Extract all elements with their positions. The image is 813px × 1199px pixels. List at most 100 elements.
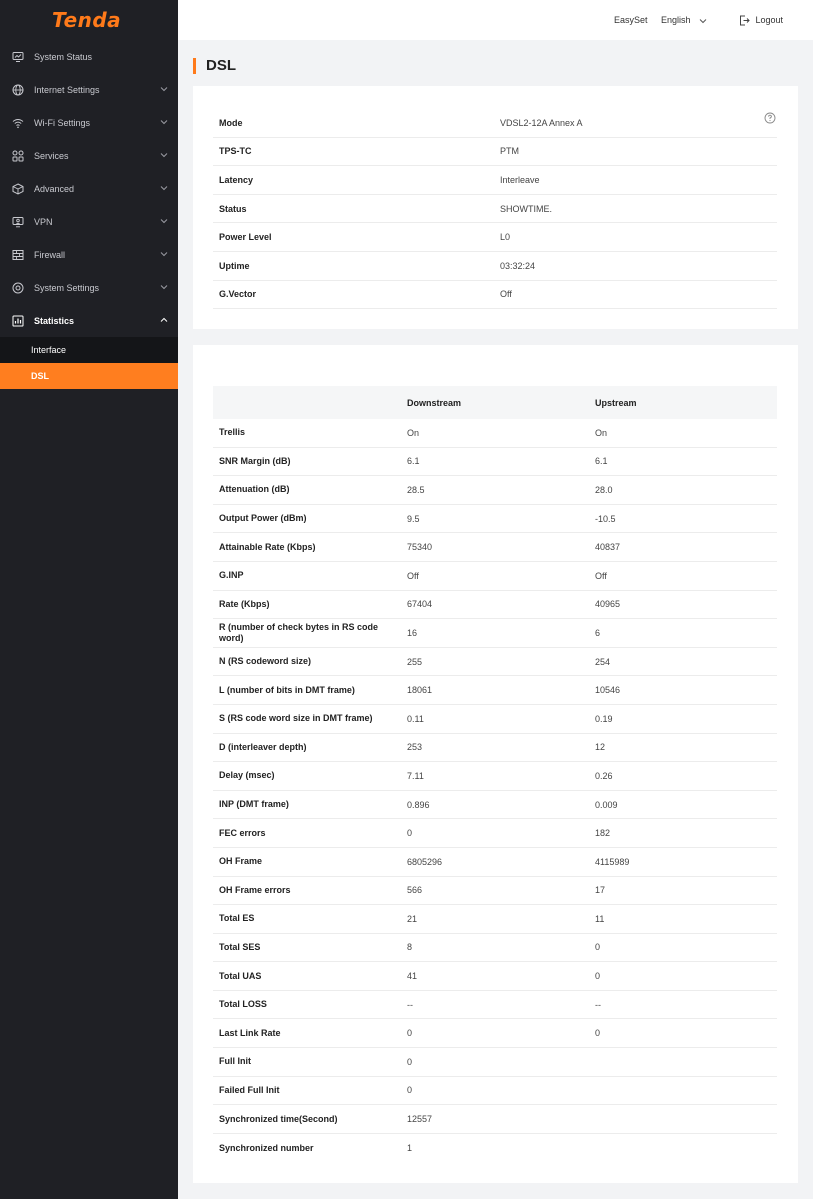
downstream-value: 6805296 xyxy=(407,856,443,867)
table-row: R (number of check bytes in RS code word… xyxy=(213,619,777,648)
downstream-value: Off xyxy=(407,570,419,581)
info-label: Status xyxy=(219,203,247,214)
sidebar: Tenda System Status Internet Settings Wi… xyxy=(0,0,178,1199)
stat-label: Last Link Rate xyxy=(219,1027,281,1038)
grid-icon xyxy=(12,150,24,162)
easyset-link[interactable]: EasySet xyxy=(614,15,648,25)
downstream-value: 16 xyxy=(407,627,418,638)
sidebar-item-label: Wi-Fi Settings xyxy=(34,117,91,128)
upstream-value: On xyxy=(595,427,608,438)
table-row: SNR Margin (dB) 6.1 6.1 xyxy=(213,448,777,477)
stat-label: N (RS codeword size) xyxy=(219,656,312,667)
sidebar-subitem-label: Interface xyxy=(31,345,67,355)
stat-label: Trellis xyxy=(219,427,246,438)
stat-label: FEC errors xyxy=(219,827,266,838)
stat-label: G.INP xyxy=(219,570,244,581)
upstream-value: 6 xyxy=(595,627,601,638)
sidebar-item-advanced[interactable]: Advanced xyxy=(0,172,178,205)
downstream-value: 7.11 xyxy=(407,770,424,781)
sidebar-subitem-interface[interactable]: Interface xyxy=(0,337,178,363)
upstream-value: 17 xyxy=(595,885,606,896)
info-value: L0 xyxy=(500,232,511,243)
info-value: Off xyxy=(500,289,512,300)
sidebar-subitem-dsl[interactable]: DSL xyxy=(0,363,178,389)
table-row: Delay (msec) 7.11 0.26 xyxy=(213,762,777,791)
sidebar-item-internet-settings[interactable]: Internet Settings xyxy=(0,73,178,106)
upstream-value: 0.19 xyxy=(595,713,613,724)
brand-logo[interactable]: Tenda xyxy=(0,0,178,40)
info-label: Power Level xyxy=(219,232,272,243)
info-row: Uptime 03:32:24 xyxy=(213,252,777,281)
stat-label: Delay (msec) xyxy=(219,770,275,781)
downstream-value: 6.1 xyxy=(407,456,420,467)
globe-icon xyxy=(12,84,24,96)
upstream-value: -- xyxy=(595,999,601,1010)
upstream-value: Off xyxy=(595,570,607,581)
stat-label: Output Power (dBm) xyxy=(219,513,307,524)
upstream-value: 0.009 xyxy=(595,799,618,810)
upstream-value: 4115989 xyxy=(595,856,630,867)
sidebar-item-vpn[interactable]: VPN xyxy=(0,205,178,238)
downstream-value: 21 xyxy=(407,913,418,924)
sidebar-item-system-settings[interactable]: System Settings xyxy=(0,271,178,304)
stat-label: Total SES xyxy=(219,941,261,952)
downstream-value: 0 xyxy=(407,828,413,839)
table-row: Failed Full Init 0 xyxy=(213,1077,777,1106)
language-label: English xyxy=(661,15,691,25)
sidebar-item-services[interactable]: Services xyxy=(0,139,178,172)
info-value: VDSL2-12A Annex A xyxy=(500,117,583,128)
table-row: Full Init 0 xyxy=(213,1048,777,1077)
sidebar-item-label: VPN xyxy=(34,216,53,227)
sidebar-item-firewall[interactable]: Firewall xyxy=(0,238,178,271)
info-value: PTM xyxy=(500,146,519,157)
table-row: Total UAS 41 0 xyxy=(213,962,777,991)
dsl-info-card: Mode VDSL2-12A Annex A TPS-TC PTM Latency I… xyxy=(193,86,798,329)
info-value: SHOWTIME. xyxy=(500,203,552,214)
downstream-value: 0 xyxy=(407,1085,413,1096)
table-row: OH Frame 6805296 4115989 xyxy=(213,848,777,877)
downstream-value: 1 xyxy=(407,1143,413,1154)
wifi-icon xyxy=(12,117,24,129)
sidebar-item-system-status[interactable]: System Status xyxy=(0,40,178,73)
downstream-value: 0 xyxy=(407,1056,413,1067)
chevron-down-icon xyxy=(160,252,168,257)
language-select[interactable]: English xyxy=(661,15,707,25)
downstream-value: 8 xyxy=(407,942,413,953)
info-label: Mode xyxy=(219,117,243,128)
downstream-value: 18061 xyxy=(407,685,433,696)
upstream-value: 0.26 xyxy=(595,770,613,781)
downstream-value: 67404 xyxy=(407,599,433,610)
table-row: Total LOSS -- -- xyxy=(213,991,777,1020)
upstream-value: -10.5 xyxy=(595,513,616,524)
downstream-value: 0.11 xyxy=(407,713,424,724)
table-row: Total ES 21 11 xyxy=(213,905,777,934)
chevron-down-icon xyxy=(160,87,168,92)
sidebar-item-wifi-settings[interactable]: Wi-Fi Settings xyxy=(0,106,178,139)
title-accent-bar xyxy=(193,57,196,74)
downstream-value: -- xyxy=(407,999,413,1010)
stat-label: Full Init xyxy=(219,1056,251,1067)
logout-button[interactable]: Logout xyxy=(739,15,783,26)
upstream-value: 40965 xyxy=(595,599,621,610)
info-row: Status SHOWTIME. xyxy=(213,195,777,224)
info-value: 03:32:24 xyxy=(500,260,536,271)
sidebar-item-statistics[interactable]: Statistics xyxy=(0,304,178,337)
logout-label: Logout xyxy=(755,15,784,25)
info-label: Latency xyxy=(219,174,254,185)
firewall-icon xyxy=(12,249,24,261)
downstream-value: 12557 xyxy=(407,1114,433,1125)
chevron-down-icon xyxy=(160,219,168,224)
info-label: TPS-TC xyxy=(219,146,252,157)
stat-label: R (number of check bytes in RS code word… xyxy=(219,621,379,643)
table-row: L (number of bits in DMT frame) 18061 1054… xyxy=(213,676,777,705)
stat-label: D (interleaver depth) xyxy=(219,741,307,752)
info-row: Mode VDSL2-12A Annex A xyxy=(213,109,777,138)
table-header: Downstream Upstream xyxy=(213,386,777,419)
sidebar-item-label: Services xyxy=(34,150,69,161)
stat-label: INP (DMT frame) xyxy=(219,799,289,810)
downstream-value: 566 xyxy=(407,885,423,896)
table-row: Rate (Kbps) 67404 40965 xyxy=(213,591,777,620)
stat-label: OH Frame errors xyxy=(219,884,291,895)
upstream-value: 28.0 xyxy=(595,484,613,495)
page-title-text: DSL xyxy=(206,57,236,74)
